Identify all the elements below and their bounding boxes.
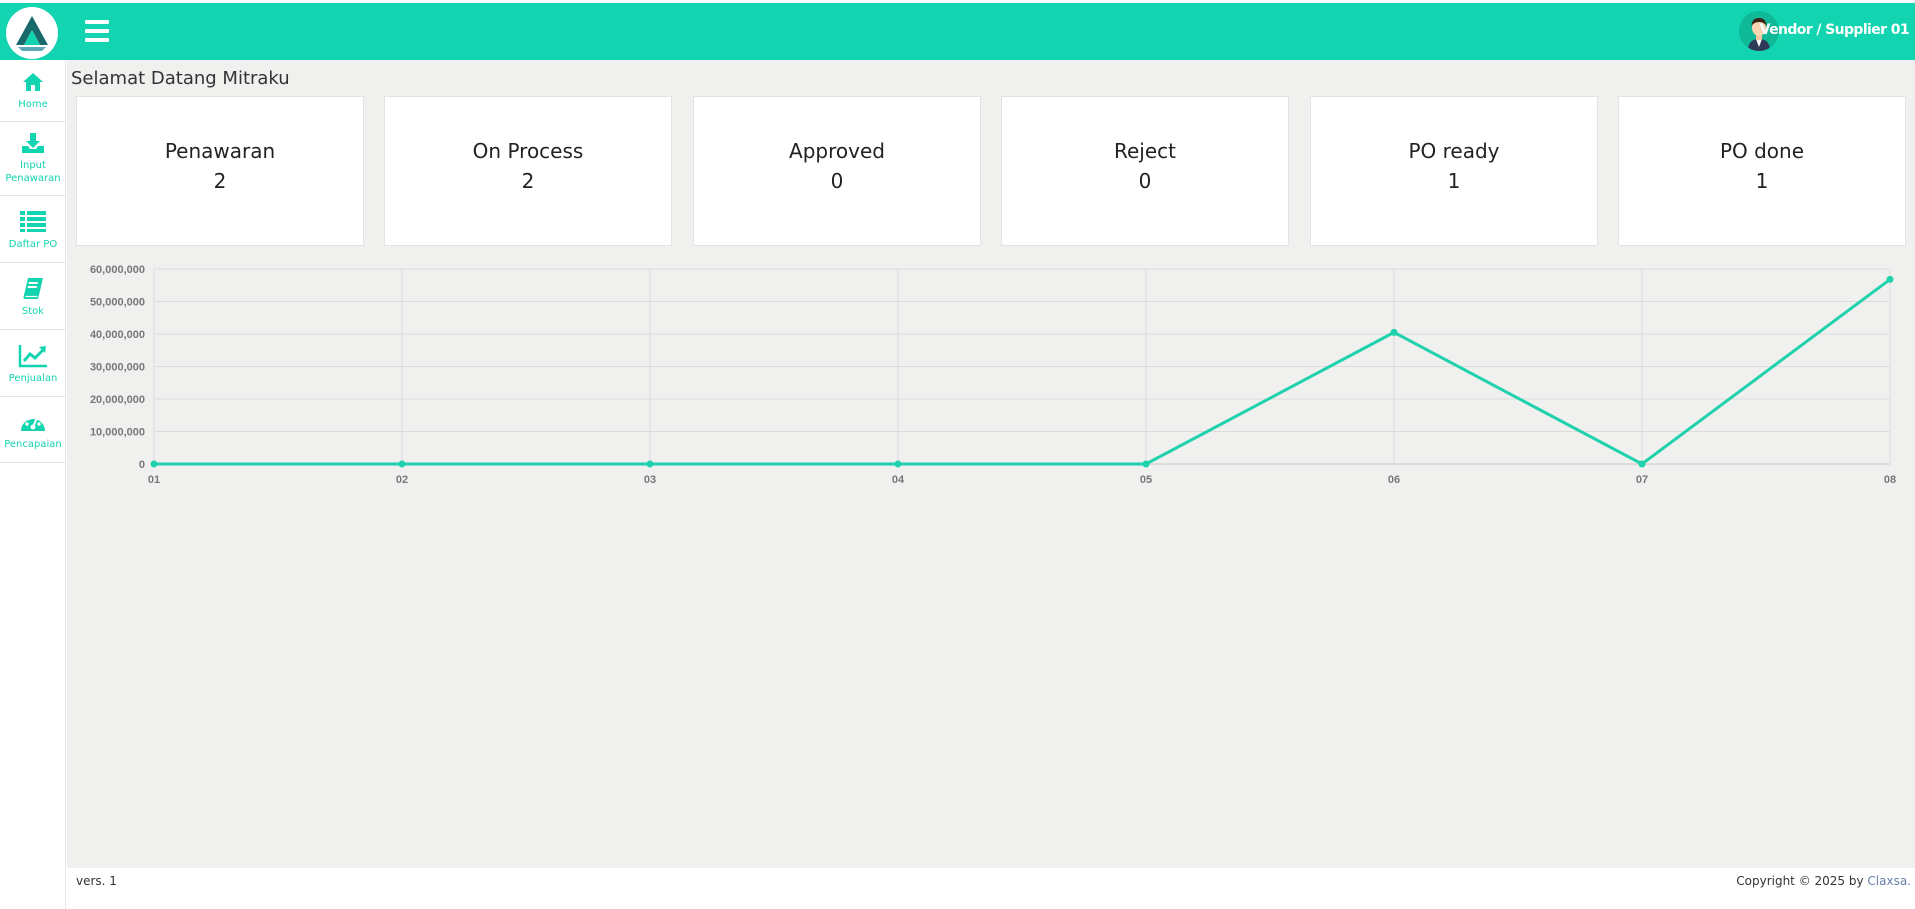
sidebar-item-label: Stok bbox=[21, 306, 45, 317]
sidebar-item-label: Pencapaian bbox=[4, 439, 62, 450]
sidebar: Home Input Penawaran Daftar PO Stok Penj… bbox=[0, 60, 66, 909]
data-point bbox=[1638, 460, 1646, 468]
sidebar-item-label: Home bbox=[18, 99, 48, 110]
y-tick-label: 50,000,000 bbox=[90, 297, 145, 309]
x-tick-label: 02 bbox=[396, 474, 408, 486]
sidebar-item-label: Input Penawaran bbox=[5, 160, 61, 184]
logo-mark-icon bbox=[7, 8, 57, 58]
x-tick-label: 06 bbox=[1388, 474, 1400, 486]
main-content: Selamat Datang Mitraku Penawaran 2 On Pr… bbox=[67, 60, 1915, 868]
data-point bbox=[398, 460, 406, 468]
line-chart-icon bbox=[18, 345, 47, 368]
sidebar-item-penjualan[interactable]: Penjualan bbox=[0, 330, 66, 397]
sidebar-item-label: Daftar PO bbox=[8, 239, 58, 250]
top-header: Vendor / Supplier 01 bbox=[0, 3, 1915, 60]
download-tray-icon bbox=[22, 133, 44, 153]
sidebar-item-daftar-po[interactable]: Daftar PO bbox=[0, 196, 66, 263]
user-name[interactable]: Vendor / Supplier 01 bbox=[1760, 22, 1910, 38]
x-tick-label: 04 bbox=[892, 474, 905, 486]
sidebar-item-stok[interactable]: Stok bbox=[0, 263, 66, 330]
sidebar-item-label: Penjualan bbox=[8, 373, 58, 384]
version-text: vers. 1 bbox=[76, 874, 117, 888]
gauge-icon bbox=[21, 414, 45, 431]
book-icon bbox=[23, 278, 43, 299]
y-tick-label: 10,000,000 bbox=[90, 427, 145, 439]
data-point bbox=[1142, 460, 1150, 468]
footer: vers. 1 Copyright © 2025 by Claxsa. bbox=[67, 868, 1915, 909]
y-tick-label: 0 bbox=[139, 459, 145, 471]
copyright-prefix: Copyright © 2025 by bbox=[1736, 874, 1868, 888]
x-tick-label: 05 bbox=[1140, 474, 1152, 486]
home-icon bbox=[23, 73, 43, 91]
data-point bbox=[150, 460, 158, 468]
series-line bbox=[154, 278, 1891, 466]
y-tick-label: 30,000,000 bbox=[90, 362, 145, 374]
y-tick-label: 60,000,000 bbox=[90, 264, 145, 276]
list-icon bbox=[20, 211, 46, 232]
sidebar-item-pencapaian[interactable]: Pencapaian bbox=[0, 397, 66, 463]
data-point bbox=[1886, 275, 1894, 283]
x-tick-label: 01 bbox=[148, 474, 160, 486]
x-tick-label: 08 bbox=[1884, 474, 1896, 486]
data-point bbox=[646, 460, 654, 468]
sidebar-item-input-penawaran[interactable]: Input Penawaran bbox=[0, 122, 66, 196]
y-tick-label: 20,000,000 bbox=[90, 394, 145, 406]
x-tick-label: 03 bbox=[644, 474, 656, 486]
copyright-text: Copyright © 2025 by Claxsa. bbox=[1736, 874, 1911, 888]
y-tick-label: 40,000,000 bbox=[90, 329, 145, 341]
x-tick-label: 07 bbox=[1636, 474, 1648, 486]
sales-line-chart: 0 10,000,000 20,000,000 30,000,000 40,000,00… bbox=[90, 264, 1896, 486]
company-logo[interactable] bbox=[6, 7, 58, 59]
sidebar-item-home[interactable]: Home bbox=[0, 60, 66, 122]
brand-link[interactable]: Claxsa. bbox=[1867, 874, 1911, 888]
hamburger-menu-icon[interactable] bbox=[85, 20, 109, 42]
data-point bbox=[894, 460, 902, 468]
data-point bbox=[1390, 328, 1398, 336]
